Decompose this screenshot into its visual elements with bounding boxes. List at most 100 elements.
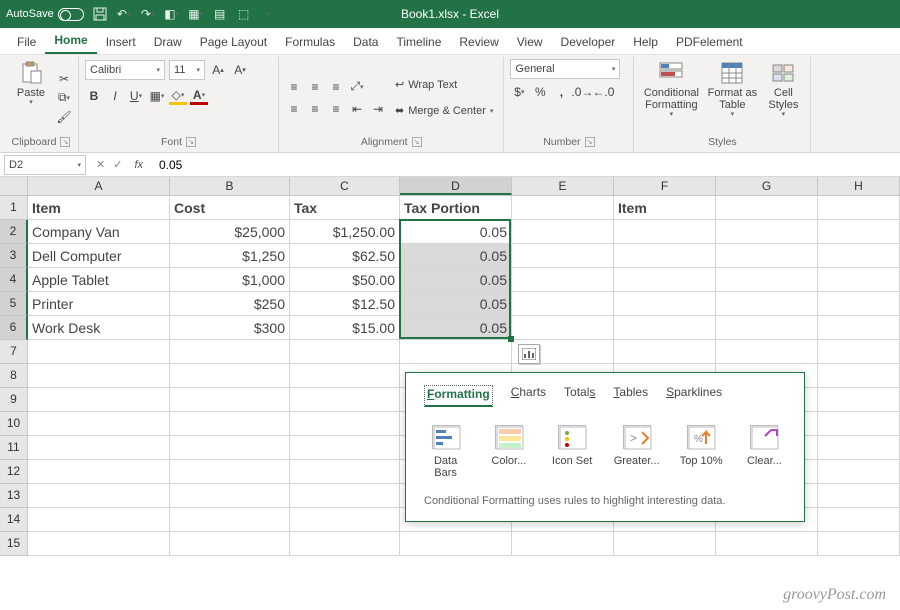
tab-view[interactable]: View: [508, 30, 552, 54]
copy-icon[interactable]: ⧉▾: [56, 90, 72, 106]
col-header-F[interactable]: F: [614, 177, 716, 195]
cell[interactable]: [170, 364, 290, 388]
tab-page-layout[interactable]: Page Layout: [191, 30, 276, 54]
name-box[interactable]: D2▾: [4, 155, 86, 175]
tab-file[interactable]: File: [8, 30, 45, 54]
cell[interactable]: [512, 196, 614, 220]
launcher-font[interactable]: ↘: [186, 137, 196, 147]
popup-tab-charts[interactable]: Charts: [511, 385, 546, 407]
cell[interactable]: [716, 244, 818, 268]
cell[interactable]: [614, 316, 716, 340]
popup-item-icon-set[interactable]: Icon Set: [550, 425, 593, 479]
row-header[interactable]: 7: [0, 340, 28, 364]
cell[interactable]: [400, 340, 512, 364]
row-header[interactable]: 6: [0, 316, 28, 340]
row-header[interactable]: 2: [0, 220, 28, 244]
cell[interactable]: 0.05: [400, 292, 512, 316]
tab-formulas[interactable]: Formulas: [276, 30, 344, 54]
tab-developer[interactable]: Developer: [552, 30, 625, 54]
row-header[interactable]: 3: [0, 244, 28, 268]
cell[interactable]: [818, 220, 900, 244]
cell[interactable]: [716, 220, 818, 244]
cell[interactable]: $1,250: [170, 244, 290, 268]
autosave-toggle[interactable]: AutoSave: [6, 8, 84, 21]
cell[interactable]: [290, 436, 400, 460]
tab-draw[interactable]: Draw: [145, 30, 191, 54]
cell[interactable]: [818, 532, 900, 556]
qat-icon-1[interactable]: ◧▾: [164, 6, 180, 22]
cell[interactable]: [28, 508, 170, 532]
decrease-font-icon[interactable]: A▾: [231, 61, 249, 79]
cell[interactable]: [170, 340, 290, 364]
cell[interactable]: [28, 340, 170, 364]
cell[interactable]: [170, 484, 290, 508]
cell[interactable]: [170, 508, 290, 532]
conditional-formatting-button[interactable]: Conditional Formatting▾: [640, 59, 702, 136]
cell[interactable]: Tax Portion: [400, 196, 512, 220]
align-bottom-icon[interactable]: ≡: [327, 78, 345, 96]
col-header-E[interactable]: E: [512, 177, 614, 195]
cell[interactable]: [818, 244, 900, 268]
cell[interactable]: [28, 388, 170, 412]
col-header-A[interactable]: A: [28, 177, 170, 195]
cell[interactable]: [818, 484, 900, 508]
cell[interactable]: [290, 460, 400, 484]
cell[interactable]: [290, 532, 400, 556]
borders-button[interactable]: ▦▾: [148, 87, 166, 105]
cell[interactable]: [170, 412, 290, 436]
cell[interactable]: Tax: [290, 196, 400, 220]
cell[interactable]: [818, 340, 900, 364]
row-header[interactable]: 14: [0, 508, 28, 532]
cell[interactable]: [614, 220, 716, 244]
tab-timeline[interactable]: Timeline: [387, 30, 450, 54]
cell[interactable]: [818, 316, 900, 340]
row-header[interactable]: 10: [0, 412, 28, 436]
font-color-button[interactable]: A▾: [190, 87, 208, 105]
cell[interactable]: [818, 460, 900, 484]
row-header[interactable]: 15: [0, 532, 28, 556]
cell[interactable]: [614, 244, 716, 268]
percent-button[interactable]: %: [531, 83, 549, 101]
cell[interactable]: [614, 532, 716, 556]
cell[interactable]: [28, 436, 170, 460]
increase-decimal-icon[interactable]: .0→: [573, 83, 591, 101]
cell[interactable]: [512, 220, 614, 244]
underline-button[interactable]: U▾: [127, 87, 145, 105]
cell[interactable]: [818, 364, 900, 388]
orientation-icon[interactable]: ⤢▾: [348, 78, 366, 96]
launcher-number[interactable]: ↘: [585, 137, 595, 147]
cell[interactable]: [170, 388, 290, 412]
formula-input[interactable]: [153, 155, 900, 175]
align-top-icon[interactable]: ≡: [285, 78, 303, 96]
cell[interactable]: [290, 340, 400, 364]
popup-tab-formatting[interactable]: Formatting: [424, 385, 493, 407]
cell[interactable]: [170, 436, 290, 460]
cell[interactable]: [28, 412, 170, 436]
cell[interactable]: [512, 532, 614, 556]
popup-item-top-10%[interactable]: %Top 10%: [680, 425, 723, 479]
cell[interactable]: [614, 268, 716, 292]
save-icon[interactable]: [92, 6, 108, 22]
qat-icon-2[interactable]: ▦▾: [188, 6, 204, 22]
cell[interactable]: [818, 436, 900, 460]
cell[interactable]: [716, 532, 818, 556]
row-header[interactable]: 4: [0, 268, 28, 292]
decrease-decimal-icon[interactable]: ←.0: [594, 83, 612, 101]
cell[interactable]: $12.50: [290, 292, 400, 316]
row-header[interactable]: 9: [0, 388, 28, 412]
cell[interactable]: [716, 316, 818, 340]
cell[interactable]: Cost: [170, 196, 290, 220]
cell[interactable]: [290, 364, 400, 388]
cell[interactable]: [28, 532, 170, 556]
col-header-H[interactable]: H: [818, 177, 900, 195]
cell[interactable]: [818, 292, 900, 316]
cell[interactable]: [400, 532, 512, 556]
cell[interactable]: [818, 388, 900, 412]
qat-icon-4[interactable]: ⬚: [236, 6, 252, 22]
popup-tab-tables[interactable]: Tables: [613, 385, 648, 407]
enter-formula-icon[interactable]: ✓: [113, 158, 122, 171]
cell[interactable]: [614, 340, 716, 364]
col-header-B[interactable]: B: [170, 177, 290, 195]
cell[interactable]: 0.05: [400, 268, 512, 292]
align-center-icon[interactable]: ≡: [306, 100, 324, 118]
